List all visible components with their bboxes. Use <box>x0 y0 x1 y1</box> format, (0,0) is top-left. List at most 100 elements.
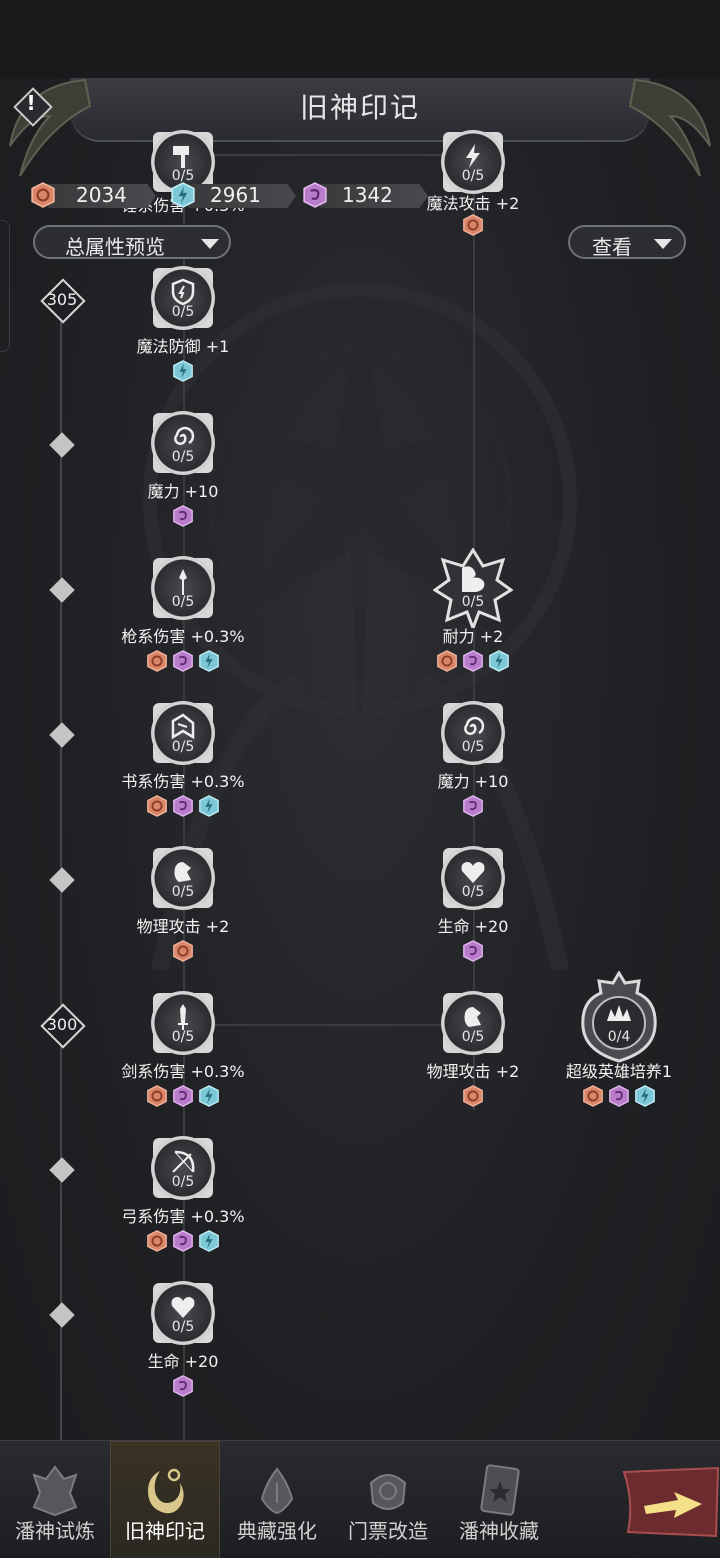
resource-value: 1342 <box>342 183 393 207</box>
orange-gem-icon <box>462 214 484 236</box>
node-count: 0/5 <box>171 1319 195 1335</box>
timeline-level-badge: 305 <box>40 278 86 324</box>
cyan-gem-icon <box>198 795 220 817</box>
node-name: 耐力 +2 <box>442 627 504 646</box>
page-title: 旧神印记 <box>299 91 420 124</box>
talent-node[interactable]: 0/5 魔法防御 +1 <box>108 266 258 408</box>
orange-gem-icon <box>146 795 168 817</box>
resource-value: 2034 <box>76 183 127 207</box>
resource-value: 2961 <box>210 183 261 207</box>
node-name: 生命 +20 <box>437 917 509 936</box>
purple-gem-icon <box>172 1085 194 1107</box>
node-name: 超级英雄培养1 <box>565 1062 673 1081</box>
node-count: 0/5 <box>461 1029 485 1045</box>
cost-gems <box>398 214 548 236</box>
level-305-label: 305 <box>46 290 78 309</box>
cost-gems <box>108 795 258 817</box>
nav-tab-trial[interactable]: 潘神试炼 <box>0 1441 110 1558</box>
nav-tab-ticket-mod[interactable]: 门票改造 <box>333 1441 443 1558</box>
timeline-marker <box>49 1157 75 1183</box>
cost-gems <box>108 1085 258 1107</box>
cost-gems <box>398 650 548 672</box>
orange-gem-icon <box>146 650 168 672</box>
cost-gems <box>108 1375 258 1397</box>
purple-gem-icon <box>302 182 328 208</box>
cyan-gem-icon <box>488 650 510 672</box>
node-count: 0/5 <box>171 1029 195 1045</box>
spiral-icon <box>174 426 195 445</box>
next-arrow-button[interactable] <box>620 1466 720 1538</box>
talent-node-highlighted[interactable]: 0/5 耐力 +2 <box>398 548 548 698</box>
node-name: 魔力 +10 <box>437 772 509 791</box>
nav-tab-favorites[interactable]: 潘神收藏 <box>444 1441 554 1558</box>
node-name: 魔力 +10 <box>147 482 219 501</box>
nav-label: 潘神试炼 <box>15 1519 95 1543</box>
talent-node[interactable]: 0/5 弓系伤害 +0.3% <box>108 1136 258 1278</box>
nav-tab-collection-upgrade[interactable]: 典藏强化 <box>222 1441 332 1558</box>
orange-gem-icon <box>436 650 458 672</box>
spiral-icon <box>464 716 485 735</box>
status-bar-area <box>0 0 720 78</box>
dropdown-label: 总属性预览 <box>65 235 165 259</box>
orange-gem-icon <box>146 1230 168 1252</box>
spear-icon <box>179 569 187 595</box>
node-count: 0/4 <box>607 1029 631 1045</box>
talent-node[interactable]: 0/5 生命 +20 <box>108 1281 258 1423</box>
timeline-level-badge: 300 <box>40 1003 86 1049</box>
info-button[interactable]: ! <box>13 87 53 127</box>
node-name: 剑系伤害 +0.3% <box>121 1062 245 1081</box>
total-stats-dropdown[interactable]: 总属性预览 <box>33 225 231 259</box>
talent-node[interactable]: 0/5 生命 +20 <box>398 846 548 988</box>
cost-gems <box>398 940 548 962</box>
cyan-gem-icon <box>170 182 196 208</box>
orange-gem-icon <box>582 1085 604 1107</box>
timeline-marker <box>49 432 75 458</box>
cyan-gem-icon <box>198 1085 220 1107</box>
node-name: 书系伤害 +0.3% <box>121 772 245 791</box>
node-name: 枪系伤害 +0.3% <box>121 627 245 646</box>
view-dropdown[interactable]: 查看 <box>568 225 686 259</box>
node-count: 0/5 <box>461 594 485 610</box>
cyan-gem-icon <box>198 650 220 672</box>
talent-node[interactable]: 0/5 剑系伤害 +0.3% <box>108 991 258 1133</box>
bottom-nav: 潘神试炼 旧神印记 典藏强化 门票改造 潘神收藏 <box>0 1440 720 1558</box>
node-count: 0/5 <box>171 1174 195 1190</box>
hammer-icon <box>173 146 189 168</box>
cost-gems <box>398 1085 548 1107</box>
chevron-down-icon <box>654 239 672 249</box>
purple-gem-icon <box>608 1085 630 1107</box>
node-name: 生命 +20 <box>147 1352 219 1371</box>
cost-gems <box>108 940 258 962</box>
cost-gems <box>108 505 258 527</box>
nav-tab-mark[interactable]: 旧神印记 <box>110 1441 220 1558</box>
talent-node[interactable]: 0/5 魔力 +10 <box>398 701 548 843</box>
level-300-label: 300 <box>46 1015 78 1034</box>
orange-gem-icon <box>30 182 56 208</box>
talent-node-special[interactable]: 0/4 超级英雄培养1 <box>544 971 694 1133</box>
node-count: 0/5 <box>171 449 195 465</box>
nav-label: 潘神收藏 <box>459 1519 539 1543</box>
orange-gem-icon <box>172 940 194 962</box>
nav-label: 旧神印记 <box>125 1519 205 1543</box>
talent-node[interactable]: 0/5 书系伤害 +0.3% <box>108 701 258 843</box>
card-star-icon <box>480 1464 520 1516</box>
side-drawer-handle[interactable] <box>0 220 10 352</box>
collection-emblem-icon <box>260 1467 294 1515</box>
chevron-down-icon <box>201 239 219 249</box>
purple-gem-icon <box>172 795 194 817</box>
node-name: 魔法防御 +1 <box>136 337 230 356</box>
muscle-icon <box>462 566 485 592</box>
talent-node[interactable]: 0/5 魔力 +10 <box>108 411 258 553</box>
cost-gems <box>108 360 258 382</box>
bow-icon <box>172 1150 195 1173</box>
node-count: 0/5 <box>461 739 485 755</box>
talent-node[interactable]: 0/5 物理攻击 +2 <box>108 846 258 988</box>
timeline-marker <box>49 867 75 893</box>
node-count: 0/5 <box>461 884 485 900</box>
node-count: 0/5 <box>461 168 485 184</box>
exclamation-icon: ! <box>26 91 36 115</box>
trial-emblem-icon <box>32 1465 78 1517</box>
cost-gems <box>544 1085 694 1107</box>
talent-node[interactable]: 0/5 枪系伤害 +0.3% <box>108 556 258 698</box>
heart-icon <box>171 1297 195 1318</box>
